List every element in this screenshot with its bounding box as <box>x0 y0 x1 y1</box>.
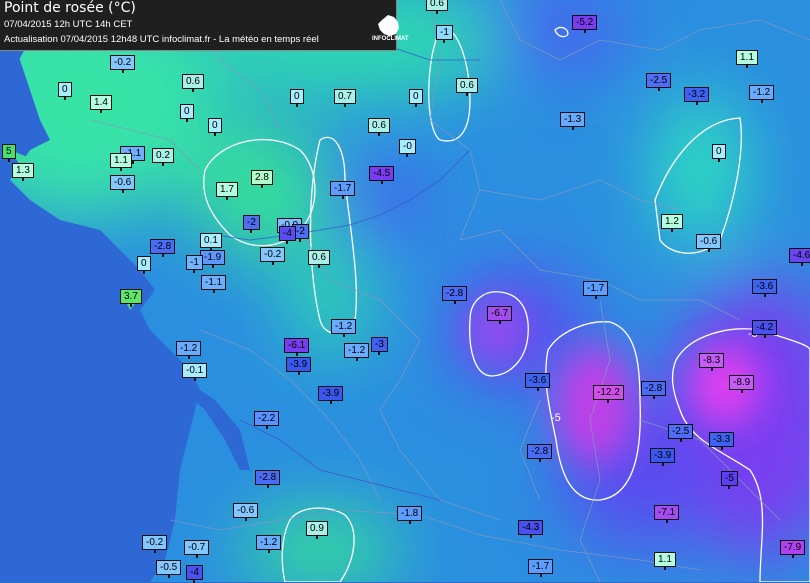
station-value[interactable]: -4.3 <box>518 520 544 535</box>
station-value[interactable]: -1.8 <box>397 506 423 521</box>
station-value[interactable]: -0.2 <box>260 247 286 262</box>
station-value[interactable]: -1.7 <box>528 559 554 574</box>
station-value[interactable]: 1.1 <box>110 153 132 168</box>
station-value[interactable]: -3.9 <box>318 386 344 401</box>
station-value[interactable]: -5.2 <box>572 15 598 30</box>
contour-label: -5 <box>551 412 561 424</box>
station-value[interactable]: 0.6 <box>308 250 330 265</box>
station-value[interactable]: -12.2 <box>593 385 624 400</box>
station-value[interactable]: -5 <box>721 471 738 486</box>
station-value[interactable]: -2.8 <box>150 239 176 254</box>
station-value[interactable]: 1.1 <box>654 552 676 567</box>
station-value[interactable]: -8.3 <box>699 353 725 368</box>
station-value[interactable]: -2.8 <box>641 381 667 396</box>
station-value[interactable]: 0.6 <box>182 74 204 89</box>
infoclimat-logo: INFOCLIMAT <box>372 14 409 48</box>
station-value[interactable]: 0.6 <box>456 78 478 93</box>
map-header: Point de rosée (°C) 07/04/2015 12h UTC 1… <box>0 0 397 51</box>
station-value[interactable]: -0.6 <box>233 503 259 518</box>
station-value[interactable]: 5 <box>2 144 16 159</box>
station-value[interactable]: 1.3 <box>12 163 34 178</box>
station-value[interactable]: -3.3 <box>709 432 735 447</box>
station-value[interactable]: 0 <box>180 104 194 119</box>
station-value[interactable]: -4.6 <box>789 248 810 263</box>
station-value[interactable]: -2.5 <box>646 73 672 88</box>
station-value[interactable]: 0.2 <box>152 148 174 163</box>
station-value[interactable]: 0 <box>409 89 423 104</box>
station-value[interactable]: 3.7 <box>120 289 142 304</box>
station-value[interactable]: -0.1 <box>182 363 208 378</box>
station-value[interactable]: 1.1 <box>736 50 758 65</box>
station-value[interactable]: 1.7 <box>216 182 238 197</box>
station-value[interactable]: -1.2 <box>749 85 775 100</box>
station-value[interactable]: 0 <box>58 82 72 97</box>
station-value[interactable]: -1 <box>436 25 453 40</box>
station-value[interactable]: 1.2 <box>661 214 683 229</box>
station-value[interactable]: -2 <box>243 215 260 230</box>
station-value[interactable]: -3.9 <box>286 357 312 372</box>
station-value[interactable]: -0.5 <box>156 560 182 575</box>
station-value[interactable]: -4 <box>279 226 296 241</box>
station-value[interactable]: -4 <box>186 565 203 580</box>
station-value[interactable]: 0 <box>137 256 151 271</box>
map-title: Point de rosée (°C) <box>4 0 136 16</box>
station-value[interactable]: -0.2 <box>110 55 136 70</box>
station-value[interactable]: 0 <box>208 118 222 133</box>
station-value[interactable]: -0.7 <box>184 540 210 555</box>
station-value[interactable]: -1.2 <box>176 341 202 356</box>
station-value[interactable]: 0.9 <box>306 521 328 536</box>
update-line: Actualisation 07/04/2015 12h48 UTC infoc… <box>4 34 319 45</box>
station-value[interactable]: -4.5 <box>369 166 395 181</box>
forecast-time: 07/04/2015 12h UTC 14h CET <box>4 19 133 30</box>
station-value[interactable]: -7.9 <box>780 540 806 555</box>
station-value[interactable]: -3.6 <box>525 373 551 388</box>
station-value[interactable]: 0.6 <box>368 118 390 133</box>
station-value[interactable]: -2.2 <box>254 411 280 426</box>
station-value[interactable]: -1.2 <box>344 343 370 358</box>
station-value[interactable]: -0.6 <box>696 234 722 249</box>
station-value[interactable]: -8.9 <box>729 375 755 390</box>
station-value[interactable]: -1 <box>186 255 203 270</box>
station-value[interactable]: -4.2 <box>752 320 778 335</box>
station-value[interactable]: 2.8 <box>251 170 273 185</box>
station-value[interactable]: -2.5 <box>668 424 694 439</box>
station-value[interactable]: 0.6 <box>426 0 448 11</box>
station-value[interactable]: 0.7 <box>334 89 356 104</box>
station-value[interactable]: -2.8 <box>527 444 553 459</box>
station-value[interactable]: -3 <box>371 337 388 352</box>
france-silhouette-icon <box>378 15 399 36</box>
station-value[interactable]: -3.2 <box>684 87 710 102</box>
station-value[interactable]: -6.7 <box>487 306 513 321</box>
station-value[interactable]: -3.6 <box>752 279 778 294</box>
station-value[interactable]: -1.7 <box>583 281 609 296</box>
station-value[interactable]: 1.4 <box>90 95 112 110</box>
station-value[interactable]: 0.1 <box>200 233 222 248</box>
station-value[interactable]: -7.1 <box>654 505 680 520</box>
station-value[interactable]: -6.1 <box>284 338 310 353</box>
station-value[interactable]: -0.2 <box>142 535 168 550</box>
station-value[interactable]: -1.2 <box>256 535 282 550</box>
station-value[interactable]: -2.8 <box>255 470 281 485</box>
station-value[interactable]: -1.3 <box>560 112 586 127</box>
station-value[interactable]: -1.7 <box>330 181 356 196</box>
logo-text: INFOCLIMAT <box>372 36 409 42</box>
station-value[interactable]: -2.8 <box>442 286 468 301</box>
station-value[interactable]: -3.9 <box>650 448 676 463</box>
station-value[interactable]: -0.6 <box>110 175 136 190</box>
station-value[interactable]: 0 <box>712 144 726 159</box>
station-value[interactable]: -0 <box>399 139 416 154</box>
station-value[interactable]: 0 <box>290 89 304 104</box>
station-value[interactable]: -1.1 <box>201 275 227 290</box>
station-value[interactable]: -1.2 <box>331 319 357 334</box>
station-value[interactable]: -1.9 <box>200 250 226 265</box>
